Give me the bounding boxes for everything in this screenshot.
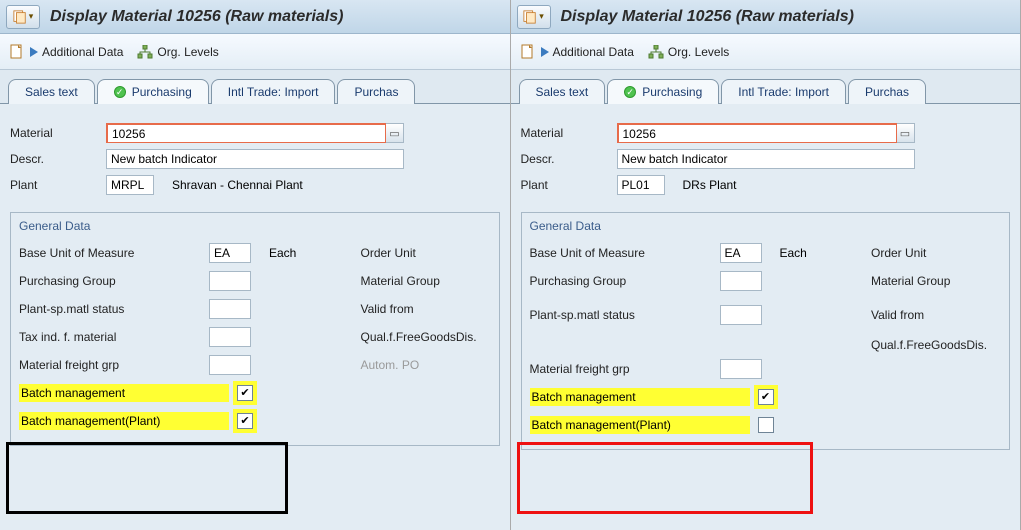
org-levels-icon [137,45,153,59]
org-levels-icon [648,45,664,59]
plant-code-input[interactable] [617,175,665,195]
tab-sales-text[interactable]: Sales text [8,79,95,104]
label-base-uom: Base Unit of Measure [19,246,209,260]
material-freight-grp-input[interactable] [209,355,251,375]
batch-mgmt-plant-checkbox[interactable] [237,413,253,429]
tab-intl-trade-import[interactable]: Intl Trade: Import [211,79,336,104]
arrow-right-icon [30,47,38,57]
descr-input[interactable] [106,149,404,169]
label-plant: Plant [10,178,106,192]
batch-mgmt-checkbox[interactable] [237,385,253,401]
label-valid-from: Valid from [871,308,1001,322]
additional-data-button[interactable]: Additional Data [8,43,123,61]
label-valid-from: Valid from [361,302,491,316]
material-freight-grp-input[interactable] [720,359,762,379]
label-material-freight-grp: Material freight grp [19,358,209,372]
search-help-icon[interactable]: ▭ [897,123,915,143]
form-area: Material ▭ Descr. Plant DRs Plant Genera… [511,103,1021,530]
label-order-unit: Order Unit [871,246,1001,260]
material-icon [13,10,27,24]
material-input[interactable] [106,123,386,143]
plant-code-input[interactable] [106,175,154,195]
tab-purchasing[interactable]: ✓ Purchasing [607,79,719,104]
check-icon: ✓ [624,86,636,98]
menu-button[interactable]: ▾ [517,5,551,29]
general-data-group: General Data Base Unit of Measure EA Eac… [521,212,1011,450]
titlebar: ▾ Display Material 10256 (Raw materials) [0,0,510,34]
label-tax-ind: Tax ind. f. material [19,330,209,344]
left-pane: ▾ Display Material 10256 (Raw materials)… [0,0,511,530]
material-icon [523,10,537,24]
batch-mgmt-checkbox[interactable] [758,389,774,405]
label-batch-mgmt: Batch management [530,388,750,406]
dropdown-icon: ▾ [539,11,544,22]
org-levels-label: Org. Levels [668,45,729,59]
plant-name-text: DRs Plant [683,178,737,192]
page-title: Display Material 10256 (Raw materials) [50,8,343,26]
tab-purchase[interactable]: Purchas [337,79,415,104]
general-data-group: General Data Base Unit of Measure EA Eac… [10,212,500,446]
titlebar: ▾ Display Material 10256 (Raw materials) [511,0,1021,34]
base-uom-input[interactable]: EA [720,243,762,263]
additional-data-label: Additional Data [42,45,123,59]
label-purchasing-group: Purchasing Group [530,274,720,288]
descr-input[interactable] [617,149,915,169]
label-purchasing-group: Purchasing Group [19,274,209,288]
additional-data-button[interactable]: Additional Data [519,43,634,61]
batch-mgmt-plant-checkbox[interactable] [758,417,774,433]
label-material: Material [10,126,106,140]
plant-name-text: Shravan - Chennai Plant [172,178,303,192]
additional-data-label: Additional Data [553,45,634,59]
org-levels-button[interactable]: Org. Levels [648,45,729,59]
arrow-right-icon [541,47,549,57]
label-material-group: Material Group [361,274,491,288]
toolbar: Additional Data Org. Levels [0,34,510,70]
tab-purchasing[interactable]: ✓ Purchasing [97,79,209,104]
label-qual-free-goods: Qual.f.FreeGoodsDis. [361,330,491,344]
purchasing-group-input[interactable] [720,271,762,291]
label-material-group: Material Group [871,274,1001,288]
page-title: Display Material 10256 (Raw materials) [561,8,854,26]
material-input[interactable] [617,123,897,143]
document-icon [519,43,537,61]
label-descr: Descr. [521,152,617,166]
tab-purchase[interactable]: Purchas [848,79,926,104]
label-descr: Descr. [10,152,106,166]
plant-sp-matl-status-input[interactable] [720,305,762,325]
base-uom-input[interactable]: EA [209,243,251,263]
search-help-icon[interactable]: ▭ [386,123,404,143]
label-plant-sp-matl-status: Plant-sp.matl status [19,302,209,316]
label-qual-free-goods: Qual.f.FreeGoodsDis. [871,338,1001,352]
purchasing-group-input[interactable] [209,271,251,291]
dropdown-icon: ▾ [29,11,34,22]
base-uom-text: Each [780,246,807,260]
form-area: Material ▭ Descr. Plant Shravan - Chenna… [0,103,510,530]
label-base-uom: Base Unit of Measure [530,246,720,260]
label-batch-mgmt-plant: Batch management(Plant) [530,416,750,434]
label-plant: Plant [521,178,617,192]
label-batch-mgmt: Batch management [19,384,229,402]
plant-sp-matl-status-input[interactable] [209,299,251,319]
label-plant-sp-matl-status: Plant-sp.matl status [530,308,720,322]
label-material-freight-grp: Material freight grp [530,362,720,376]
check-icon: ✓ [114,86,126,98]
tab-intl-trade-import[interactable]: Intl Trade: Import [721,79,846,104]
org-levels-label: Org. Levels [157,45,218,59]
menu-button[interactable]: ▾ [6,5,40,29]
group-title: General Data [530,219,1002,233]
label-batch-mgmt-plant: Batch management(Plant) [19,412,229,430]
label-order-unit: Order Unit [361,246,491,260]
tax-ind-input[interactable] [209,327,251,347]
tabstrip: Sales text ✓ Purchasing Intl Trade: Impo… [511,70,1021,103]
base-uom-text: Each [269,246,296,260]
group-title: General Data [19,219,491,233]
label-autom-po: Autom. PO [361,358,491,372]
label-material: Material [521,126,617,140]
tabstrip: Sales text ✓ Purchasing Intl Trade: Impo… [0,70,510,103]
document-icon [8,43,26,61]
toolbar: Additional Data Org. Levels [511,34,1021,70]
tab-sales-text[interactable]: Sales text [519,79,606,104]
org-levels-button[interactable]: Org. Levels [137,45,218,59]
right-pane: ▾ Display Material 10256 (Raw materials)… [511,0,1021,530]
